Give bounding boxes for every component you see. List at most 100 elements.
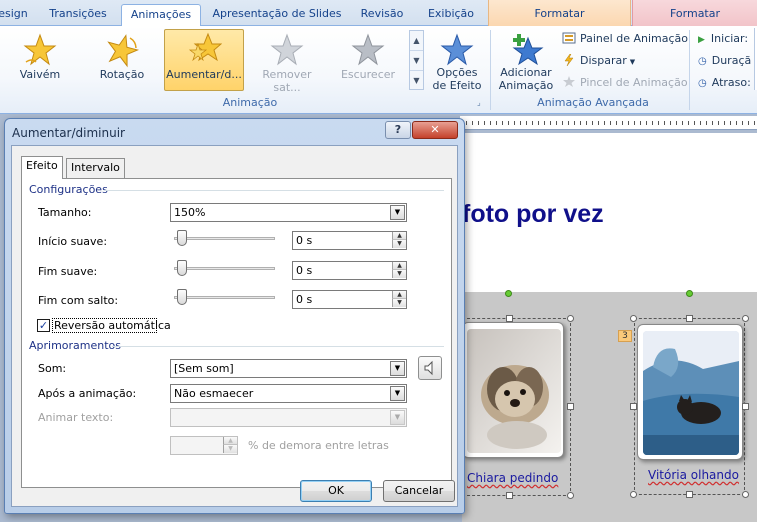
sound-label: Som: (38, 362, 67, 375)
gallery-down-icon[interactable]: ▼ (410, 51, 423, 71)
close-button[interactable]: ✕ (412, 121, 458, 139)
duration-text: Duraçã (711, 54, 752, 67)
tab-slideshow[interactable]: Apresentação de Slides (210, 4, 344, 26)
photo2-handle-bottomleft[interactable] (630, 491, 637, 498)
photo1-handle-top[interactable] (506, 315, 513, 322)
spin-down-icon[interactable]: ▼ (392, 299, 406, 307)
tab-view[interactable]: Exibição (420, 4, 482, 26)
lightning-icon (562, 53, 576, 67)
smooth-start-thumb[interactable] (177, 230, 187, 246)
sound-dropdown-icon[interactable]: ▼ (390, 361, 405, 376)
smooth-end-spinner[interactable]: 0 s ▲ ▼ (292, 261, 407, 280)
gallery-more-icon[interactable]: ▼ (410, 71, 423, 91)
animation-pane-label: Painel de Animação (580, 32, 689, 45)
tab-animations[interactable]: Animações (121, 4, 201, 27)
help-button[interactable]: ? (385, 121, 411, 139)
anim-aumentar-button[interactable]: Aumentar/d... (164, 29, 244, 91)
add-animation-button[interactable]: Adicionar Animação (494, 30, 558, 92)
tab-format-picture[interactable]: Formatar (488, 0, 631, 26)
checkmark-icon: ✓ (38, 319, 49, 332)
spin-down-icon[interactable]: ▼ (223, 445, 237, 453)
photo1-handle-topright[interactable] (567, 315, 574, 322)
dialog-launcher-icon[interactable]: ⌟ (477, 98, 481, 107)
trigger-button[interactable]: Disparar ▼ (562, 53, 635, 67)
cancel-button[interactable]: Cancelar (383, 480, 455, 502)
photo1-caption[interactable]: Chiara pedindo (467, 471, 558, 485)
photo2-handle-right[interactable] (742, 403, 749, 410)
size-select[interactable]: 150% ▼ (170, 203, 407, 222)
photo2-handle-topright[interactable] (742, 315, 749, 322)
photo1-rotate-handle[interactable] (505, 290, 512, 297)
anim-escurecer-label: Escurecer (340, 68, 396, 81)
smooth-start-spinner[interactable]: 0 s ▲ ▼ (292, 231, 407, 250)
animation-sequence-tag[interactable]: 3 (618, 330, 632, 342)
photo2-frame[interactable] (637, 324, 743, 460)
photo1-handle-right[interactable] (567, 403, 574, 410)
delay-label: ◷ Atraso: (698, 76, 751, 89)
gallery-scrollbar[interactable]: ▲ ▼ ▼ (409, 30, 424, 90)
effect-options-label-1: Opções (436, 66, 478, 79)
letter-delay-spinner[interactable]: ▲ ▼ (170, 436, 238, 455)
anim-remover-button[interactable]: Remover sat... (248, 30, 326, 94)
group-separator (689, 30, 690, 110)
bounce-end-spinner[interactable]: 0 s ▲ ▼ (292, 290, 407, 309)
photo2-handle-bottom[interactable] (686, 491, 693, 498)
photo2-handle-left[interactable] (630, 403, 637, 410)
effect-options-button[interactable]: Opções de Efeito (428, 30, 486, 92)
effect-options-dialog: Aumentar/diminuir ? ✕ Efeito Intervalo C… (4, 118, 465, 514)
photo2-handle-top[interactable] (686, 315, 693, 322)
star-dark-icon (336, 32, 400, 68)
photo1-handle-bottom[interactable] (506, 492, 513, 499)
animate-text-select[interactable]: ▼ (170, 408, 407, 427)
anim-escurecer-button[interactable]: Escurecer (336, 30, 400, 90)
spin-down-icon[interactable]: ▼ (392, 240, 406, 248)
size-dropdown-icon[interactable]: ▼ (390, 205, 405, 220)
clock-icon: ◷ (698, 56, 707, 67)
photo2-caption[interactable]: Vitória olhando (648, 468, 739, 482)
spin-up-icon[interactable]: ▲ (392, 262, 406, 270)
tab-effect[interactable]: Efeito (21, 156, 63, 179)
smooth-end-thumb[interactable] (177, 260, 187, 276)
animate-text-label: Animar texto: (38, 411, 114, 424)
letter-delay-label: % de demora entre letras (248, 439, 389, 452)
animation-pane-icon (562, 32, 576, 44)
after-animation-select[interactable]: Não esmaecer ▼ (170, 384, 407, 403)
spin-up-icon[interactable]: ▲ (392, 232, 406, 240)
ok-button[interactable]: OK (300, 480, 372, 502)
tab-timing[interactable]: Intervalo (66, 158, 125, 178)
auto-reverse-label[interactable]: Reversão automática (54, 319, 171, 332)
spin-up-icon[interactable]: ▲ (223, 437, 237, 445)
settings-section-title: Configurações (29, 183, 108, 196)
animation-painter-button[interactable]: Pincel de Animação (562, 76, 688, 89)
volume-button[interactable] (418, 356, 442, 380)
spin-up-icon[interactable]: ▲ (392, 291, 406, 299)
photo1-handle-bottomright[interactable] (567, 492, 574, 499)
slide-title[interactable]: foto por vez (462, 200, 604, 229)
photo2-handle-bottomright[interactable] (742, 491, 749, 498)
gallery-up-icon[interactable]: ▲ (410, 31, 423, 51)
tab-review[interactable]: Revisão (352, 4, 412, 26)
effect-tab-panel: Configurações Tamanho: 150% ▼ Início sua… (21, 178, 452, 488)
after-animation-dropdown-icon[interactable]: ▼ (390, 386, 405, 401)
tab-transitions[interactable]: Transições (44, 4, 112, 26)
anim-rotacao-button[interactable]: Rotação (90, 30, 154, 90)
auto-reverse-checkbox[interactable]: ✓ (37, 319, 50, 332)
bounce-end-thumb[interactable] (177, 289, 187, 305)
speaker-icon (424, 360, 433, 376)
sound-select[interactable]: [Sem som] ▼ (170, 359, 407, 378)
animate-text-dropdown-icon[interactable]: ▼ (390, 410, 405, 425)
animation-painter-label: Pincel de Animação (580, 76, 688, 89)
spin-down-icon[interactable]: ▼ (392, 270, 406, 278)
tab-design[interactable]: esign (0, 4, 28, 26)
smooth-end-slider[interactable] (174, 267, 275, 270)
photo2-handle-topleft[interactable] (630, 315, 637, 322)
bounce-end-slider[interactable] (174, 296, 275, 299)
photo1-frame[interactable] (462, 322, 564, 458)
animation-pane-button[interactable]: Painel de Animação (562, 32, 688, 45)
photo2-rotate-handle[interactable] (686, 290, 693, 297)
dialog-title: Aumentar/diminuir (12, 126, 125, 140)
star-grow-icon (165, 32, 243, 68)
anim-vaivem-button[interactable]: Vaivém (8, 30, 72, 90)
tab-format-drawing[interactable]: Formatar (632, 0, 757, 26)
smooth-start-slider[interactable] (174, 237, 275, 240)
